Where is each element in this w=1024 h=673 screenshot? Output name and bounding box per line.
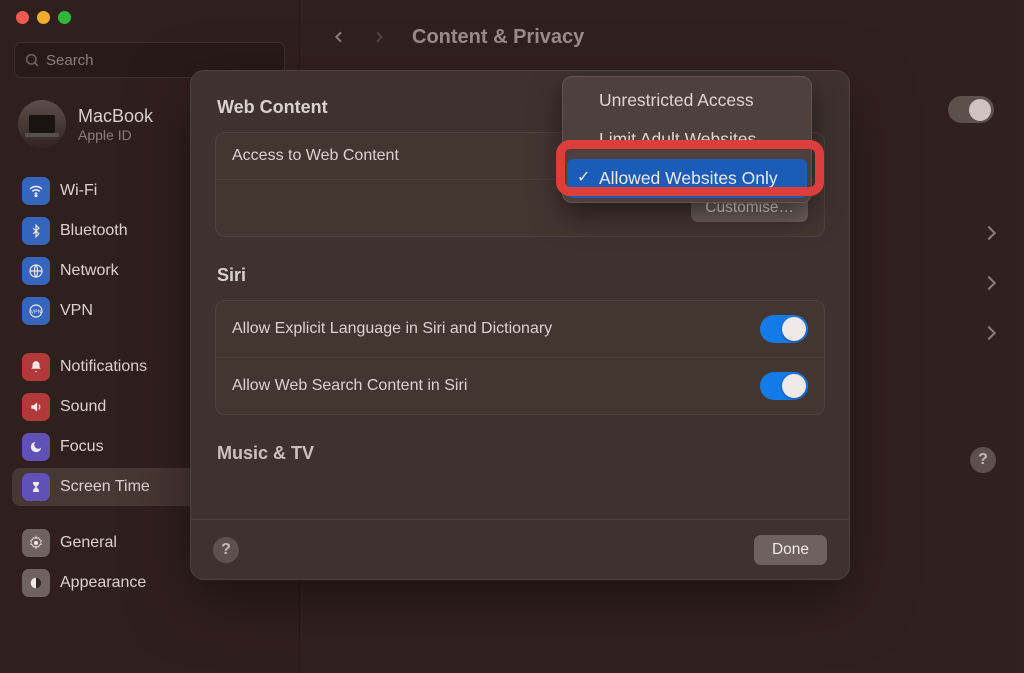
window-controls — [16, 11, 71, 24]
hourglass-icon — [22, 473, 50, 501]
gear-icon — [22, 529, 50, 557]
search-placeholder: Search — [46, 52, 94, 69]
dropdown-option-unrestricted[interactable]: Unrestricted Access — [567, 81, 807, 120]
search-icon — [24, 52, 40, 68]
forward-button[interactable] — [368, 26, 390, 48]
appearance-icon — [22, 569, 50, 597]
minimize-window[interactable] — [37, 11, 50, 24]
access-dropdown-menu: Unrestricted Access Limit Adult Websites… — [562, 76, 812, 203]
dropdown-option-allowed-only[interactable]: Allowed Websites Only — [567, 159, 807, 198]
content-privacy-sheet: Web Content Access to Web Content Unrest… — [190, 70, 850, 580]
bluetooth-icon — [22, 217, 50, 245]
sheet-footer: ? Done — [191, 519, 849, 579]
dropdown-option-limit-adult[interactable]: Limit Adult Websites — [567, 120, 807, 159]
bg-row-1[interactable] — [984, 228, 994, 238]
account-sub: Apple ID — [78, 127, 153, 143]
svg-text:VPN: VPN — [31, 310, 42, 316]
bg-row-3[interactable] — [984, 328, 994, 338]
moon-icon — [22, 433, 50, 461]
siri-row-websearch: Allow Web Search Content in Siri — [216, 357, 824, 414]
close-window[interactable] — [16, 11, 29, 24]
avatar — [18, 100, 66, 148]
back-button[interactable] — [328, 26, 350, 48]
bell-icon — [22, 353, 50, 381]
web-content-group: Access to Web Content Unrestricted Acces… — [215, 132, 825, 237]
section-title-music: Music & TV — [217, 443, 823, 464]
siri-group: Allow Explicit Language in Siri and Dict… — [215, 300, 825, 415]
bg-row-2[interactable] — [984, 278, 994, 288]
bg-toggle-row — [948, 96, 994, 123]
zoom-window[interactable] — [58, 11, 71, 24]
sound-icon — [22, 393, 50, 421]
access-label: Access to Web Content — [232, 147, 399, 165]
bg-help-button[interactable]: ? — [970, 447, 996, 473]
account-name: MacBook — [78, 106, 153, 127]
siri-row-explicit: Allow Explicit Language in Siri and Dict… — [216, 301, 824, 357]
vpn-icon: VPN — [22, 297, 50, 325]
globe-icon — [22, 257, 50, 285]
access-row: Access to Web Content Unrestricted Acces… — [216, 133, 824, 179]
page-title: Content & Privacy — [412, 26, 584, 49]
done-button[interactable]: Done — [754, 535, 827, 565]
toggle-web-search[interactable] — [760, 372, 808, 400]
chevron-right-icon — [982, 276, 996, 290]
chevron-right-icon — [982, 226, 996, 240]
bg-toggle[interactable] — [948, 96, 994, 123]
chevron-right-icon — [982, 326, 996, 340]
main-header: Content & Privacy — [300, 10, 1024, 64]
section-title-siri: Siri — [217, 265, 823, 286]
help-button[interactable]: ? — [213, 537, 239, 563]
wifi-icon — [22, 177, 50, 205]
toggle-explicit-language[interactable] — [760, 315, 808, 343]
